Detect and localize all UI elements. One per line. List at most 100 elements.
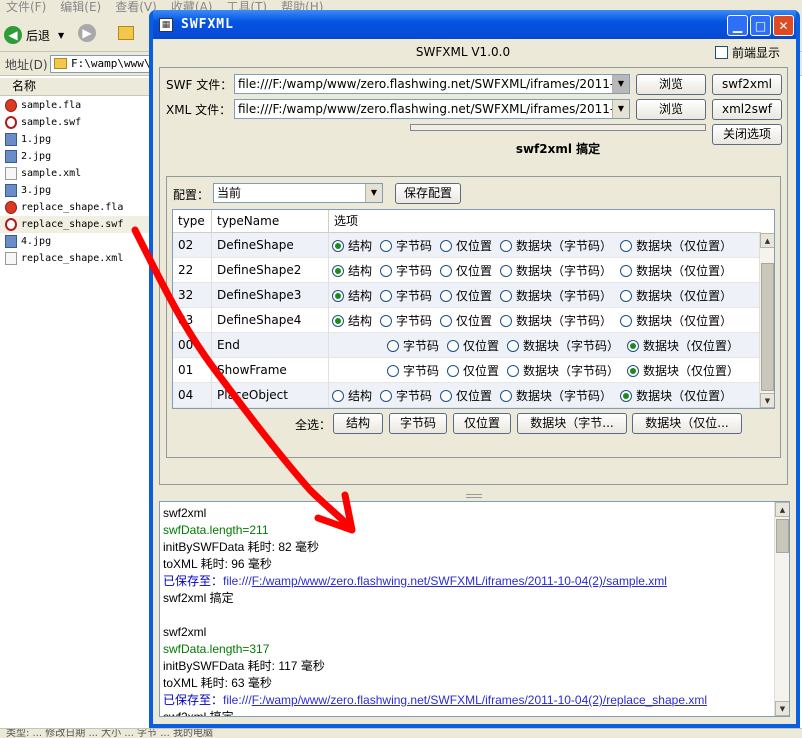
log-output[interactable]: swf2xml swfData.length=211 initBySWFData 耗… [159, 501, 790, 717]
topmost-checkbox[interactable]: 前端显示 [715, 44, 780, 61]
radio-bytecode[interactable]: 字节码 [387, 334, 439, 358]
radio-datablock-bytecode[interactable]: 数据块（字节码） [500, 384, 612, 408]
radio-struct[interactable]: 结构 [332, 284, 372, 308]
radio-position-only[interactable]: 仅位置 [440, 234, 492, 258]
radio-circle[interactable] [620, 264, 633, 277]
menu-item[interactable]: 编辑(E) [60, 0, 101, 16]
radio-circle[interactable] [620, 314, 633, 327]
select-all-struct-button[interactable]: 结构 [333, 413, 383, 434]
file-item[interactable]: sample.swf [0, 114, 150, 131]
radio-datablock-bytecode[interactable]: 数据块（字节码） [500, 234, 612, 258]
radio-position-only[interactable]: 仅位置 [447, 334, 499, 358]
radio-position-only[interactable]: 仅位置 [440, 384, 492, 408]
radio-bytecode[interactable]: 字节码 [380, 284, 432, 308]
swf-file-select[interactable]: file:///F:/wamp/www/zero.flashwing.net/S… [234, 74, 630, 94]
log-file-link[interactable]: F:/wamp/www/zero.flashwing.net/SWFXML/if… [252, 574, 667, 588]
radio-bytecode[interactable]: 字节码 [380, 384, 432, 408]
radio-datablock-position[interactable]: 数据块（仅位置） [620, 234, 732, 258]
radio-position-only[interactable]: 仅位置 [447, 359, 499, 383]
radio-circle[interactable] [380, 289, 393, 302]
radio-circle[interactable] [332, 264, 344, 277]
file-item[interactable]: 2.jpg [0, 148, 150, 165]
folder-up-icon[interactable] [118, 26, 134, 40]
xml2swf-button[interactable]: xml2swf [712, 99, 782, 120]
browse-swf-button[interactable]: 浏览 [636, 74, 706, 95]
radio-bytecode[interactable]: 字节码 [387, 359, 439, 383]
header-type[interactable]: type [173, 210, 212, 233]
radio-circle[interactable] [447, 339, 460, 352]
table-row[interactable]: 04 PlaceObject 结构 字节码 仅位置 数据块（字节码） 数据块（仅位置） [173, 383, 761, 408]
table-row[interactable]: 22 DefineShape2 结构 字节码 仅位置 数据块（字节码） 数据块（仅位置） [173, 258, 761, 283]
select-all-bytecode-button[interactable]: 字节码 [389, 413, 447, 434]
header-typename[interactable]: typeName [212, 210, 329, 233]
file-item[interactable]: sample.fla [0, 97, 150, 114]
header-options[interactable]: 选项 [329, 210, 761, 233]
radio-datablock-bytecode[interactable]: 数据块（字节码） [507, 334, 619, 358]
file-item[interactable]: replace_shape.fla [0, 199, 150, 216]
radio-circle[interactable] [440, 239, 453, 252]
file-item[interactable]: 4.jpg [0, 233, 150, 250]
radio-circle[interactable] [500, 264, 513, 277]
table-row[interactable]: 01 ShowFrame 字节码 仅位置 数据块（字节码） 数据块（仅位置） [173, 358, 761, 383]
radio-circle[interactable] [620, 289, 633, 302]
radio-datablock-bytecode[interactable]: 数据块（字节码） [500, 284, 612, 308]
radio-circle[interactable] [447, 364, 460, 377]
radio-datablock-position[interactable]: 数据块（仅位置） [620, 259, 732, 283]
chevron-down-icon[interactable]: ▼ [365, 184, 382, 202]
log-scrollbar[interactable]: ▲ ▼ [774, 502, 789, 716]
radio-struct[interactable]: 结构 [332, 309, 372, 333]
maximize-button[interactable]: □ [750, 15, 771, 36]
radio-circle[interactable] [500, 239, 513, 252]
radio-bytecode[interactable]: 字节码 [380, 309, 432, 333]
radio-circle[interactable] [627, 339, 640, 352]
radio-circle[interactable] [332, 389, 344, 402]
select-all-datablock-position-button[interactable]: 数据块（仅位... [632, 413, 742, 434]
checkbox-box[interactable] [715, 46, 728, 59]
file-item[interactable]: 3.jpg [0, 182, 150, 199]
radio-circle[interactable] [500, 314, 513, 327]
radio-circle[interactable] [332, 239, 344, 252]
swf2xml-button[interactable]: swf2xml [712, 74, 782, 95]
chevron-down-icon[interactable]: ▼ [612, 100, 629, 118]
radio-circle[interactable] [620, 239, 633, 252]
chevron-down-icon[interactable]: ▼ [612, 75, 629, 93]
radio-struct[interactable]: 结构 [332, 259, 372, 283]
radio-circle[interactable] [440, 389, 453, 402]
table-row[interactable]: 83 DefineShape4 结构 字节码 仅位置 数据块（字节码） 数据块（仅位置） [173, 308, 761, 333]
scroll-thumb[interactable] [776, 519, 789, 553]
radio-circle[interactable] [380, 239, 393, 252]
radio-bytecode[interactable]: 字节码 [380, 234, 432, 258]
title-bar[interactable]: ▦ SWFXML ▁ □ ✕ [153, 10, 796, 39]
radio-datablock-position[interactable]: 数据块（仅位置） [620, 384, 732, 408]
grid-scrollbar[interactable]: ▲ ▼ [759, 233, 774, 408]
radio-circle[interactable] [507, 364, 520, 377]
radio-datablock-position[interactable]: 数据块（仅位置） [627, 334, 739, 358]
forward-button[interactable]: ▶ [78, 24, 96, 42]
radio-circle[interactable] [620, 389, 633, 402]
scroll-thumb[interactable] [761, 263, 774, 391]
close-button[interactable]: ✕ [773, 15, 794, 36]
radio-circle[interactable] [507, 339, 520, 352]
file-item[interactable]: sample.xml [0, 165, 150, 182]
radio-datablock-bytecode[interactable]: 数据块（字节码） [507, 359, 619, 383]
radio-bytecode[interactable]: 字节码 [380, 259, 432, 283]
save-config-button[interactable]: 保存配置 [395, 183, 461, 204]
browse-xml-button[interactable]: 浏览 [636, 99, 706, 120]
radio-circle[interactable] [387, 364, 399, 377]
radio-datablock-bytecode[interactable]: 数据块（字节码） [500, 259, 612, 283]
table-row[interactable]: 32 DefineShape3 结构 字节码 仅位置 数据块（字节码） 数据块（仅位置） [173, 283, 761, 308]
radio-circle[interactable] [332, 289, 344, 302]
radio-datablock-position[interactable]: 数据块（仅位置） [620, 284, 732, 308]
table-row[interactable]: 02 DefineShape 结构 字节码 仅位置 数据块（字节码） 数据块（仅位置） [173, 233, 761, 258]
menu-item[interactable]: 文件(F) [6, 0, 46, 16]
radio-struct[interactable]: 结构 [332, 234, 372, 258]
scroll-down-icon[interactable]: ▼ [775, 701, 789, 716]
config-select[interactable]: 当前 ▼ [213, 183, 383, 203]
chevron-down-icon[interactable]: ▼ [58, 31, 64, 40]
splitter-handle[interactable] [466, 494, 482, 498]
radio-circle[interactable] [440, 289, 453, 302]
select-all-position-button[interactable]: 仅位置 [453, 413, 511, 434]
select-all-datablock-bytecode-button[interactable]: 数据块（字节... [517, 413, 627, 434]
radio-circle[interactable] [440, 264, 453, 277]
minimize-button[interactable]: ▁ [727, 15, 748, 36]
